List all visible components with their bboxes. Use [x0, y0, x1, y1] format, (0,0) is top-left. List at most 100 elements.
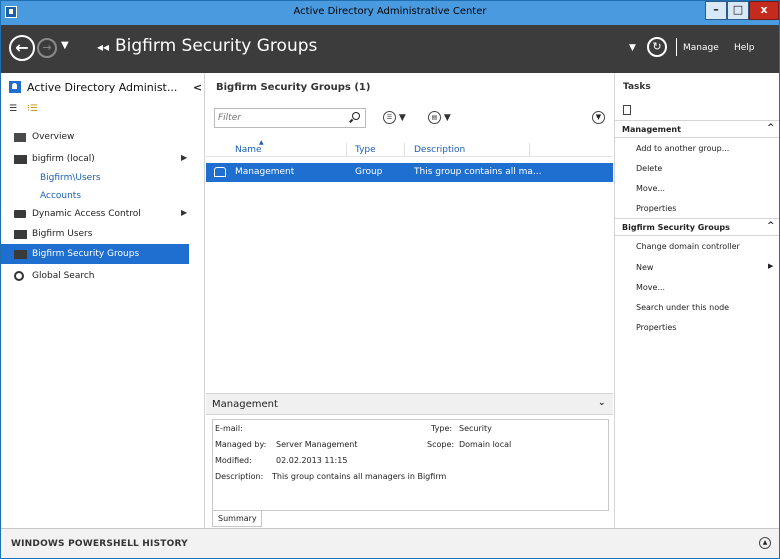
nav-item-label: bigfirm (local)	[32, 154, 95, 164]
managed-by-label: Managed by:	[215, 440, 267, 449]
expand-up-icon[interactable]: ▲	[759, 537, 771, 549]
task-properties-node[interactable]: Properties	[615, 318, 779, 338]
tab-summary[interactable]: Summary	[212, 511, 262, 527]
tasks-title: Tasks	[623, 82, 651, 92]
task-label: Properties	[636, 323, 677, 332]
history-dropdown-icon[interactable]: ▼	[61, 40, 69, 51]
column-divider[interactable]	[529, 143, 530, 156]
task-section-label: Bigfirm Security Groups	[622, 223, 730, 232]
task-properties[interactable]: Properties	[615, 199, 779, 219]
organizational-unit-icon	[14, 250, 27, 259]
task-delete[interactable]: Delete	[615, 159, 779, 179]
powershell-history-bar[interactable]: WINDOWS POWERSHELL HISTORY ▲	[1, 528, 779, 558]
list-options-icon: ☰	[383, 111, 396, 124]
details-title: Management	[212, 399, 278, 410]
nav-item-bigfirm-local[interactable]: bigfirm (local) ▶	[1, 149, 189, 169]
refresh-dropdown-icon[interactable]: ▼	[629, 43, 636, 53]
navigation-pane: Active Directory Administ... < ☰ ⁝☰ Over…	[1, 73, 205, 528]
description-label: Description:	[215, 472, 264, 481]
task-new[interactable]: New ▶	[615, 258, 779, 278]
save-query-button[interactable]: ▤ ▼	[428, 111, 451, 124]
expand-icon[interactable]: ▶	[181, 153, 187, 162]
title-bar: Active Directory Administrative Center –…	[1, 1, 779, 25]
forward-icon[interactable]: →	[37, 38, 57, 58]
task-label: Add to another group...	[636, 144, 730, 153]
column-divider[interactable]	[346, 143, 347, 156]
column-header-name[interactable]: Name	[235, 145, 262, 155]
overview-icon	[14, 133, 26, 142]
column-header-row: ▲ Name Type Description	[206, 139, 613, 157]
details-header[interactable]: Management ⌄	[206, 394, 613, 415]
task-section-management[interactable]: Management ^	[615, 120, 779, 138]
minimize-button[interactable]: –	[705, 1, 727, 20]
task-label: New	[636, 263, 654, 272]
chevron-down-icon[interactable]: ⌄	[598, 398, 606, 408]
collapse-pane-icon[interactable]: <	[193, 81, 202, 94]
nav-item-label: Dynamic Access Control	[32, 209, 141, 219]
list-options-button[interactable]: ☰ ▼	[383, 111, 406, 124]
breadcrumb-arrows-icon[interactable]: ◂◂	[97, 40, 109, 54]
chevron-down-icon: ▼	[443, 113, 451, 123]
task-label: Change domain controller	[636, 242, 740, 251]
collapse-section-icon[interactable]: ^	[767, 221, 775, 231]
active-directory-icon	[9, 81, 21, 93]
nav-item-label: Global Search	[32, 271, 95, 281]
task-label: Move...	[636, 184, 666, 193]
domain-icon	[14, 155, 27, 164]
type-value: Security	[459, 424, 492, 433]
nav-item-accounts[interactable]: Accounts	[1, 186, 189, 206]
search-icon[interactable]	[352, 112, 360, 120]
task-label: Search under this node	[636, 303, 730, 312]
clipboard-icon[interactable]	[623, 105, 631, 115]
back-icon[interactable]: ←	[9, 35, 35, 61]
table-row[interactable]: Management Group This group contains all…	[206, 163, 613, 182]
modified-label: Modified:	[215, 456, 252, 465]
task-add-to-another-group[interactable]: Add to another group...	[615, 139, 779, 159]
column-header-type[interactable]: Type	[355, 145, 376, 155]
nav-item-label: Bigfirm Security Groups	[32, 249, 140, 259]
column-header-description[interactable]: Description	[414, 145, 465, 155]
nav-item-bigfirm-security-groups[interactable]: Bigfirm Security Groups	[1, 244, 189, 264]
content-title: Bigfirm Security Groups (1)	[216, 82, 371, 93]
nav-item-global-search[interactable]: Global Search	[1, 266, 189, 286]
nav-item-label: Overview	[32, 132, 75, 142]
nav-item-overview[interactable]: Overview	[1, 127, 189, 147]
content-pane: Bigfirm Security Groups (1) ☰ ▼ ▤ ▼ ▼ ▲ …	[206, 73, 613, 528]
list-view-icon[interactable]: ☰	[9, 104, 17, 114]
nav-item-bigfirm-users-container[interactable]: Bigfirm\Users	[1, 168, 189, 188]
task-move[interactable]: Move...	[615, 179, 779, 199]
help-menu[interactable]: Help	[734, 43, 755, 53]
nav-item-label: Bigfirm\Users	[40, 173, 101, 183]
view-switcher: ☰ ⁝☰	[9, 104, 209, 120]
nav-item-bigfirm-users[interactable]: Bigfirm Users	[1, 224, 189, 244]
save-query-icon: ▤	[428, 111, 441, 124]
refresh-icon[interactable]: ↻	[647, 37, 667, 57]
task-label: Delete	[636, 164, 663, 173]
managed-by-value[interactable]: Server Management	[276, 440, 357, 449]
task-search-under-node[interactable]: Search under this node	[615, 298, 779, 318]
manage-menu[interactable]: Manage	[683, 43, 719, 53]
nav-item-dynamic-access-control[interactable]: Dynamic Access Control ▶	[1, 204, 189, 224]
collapse-section-icon[interactable]: ^	[767, 123, 775, 133]
task-label: Properties	[636, 204, 677, 213]
modified-value: 02.02.2013 11:15	[276, 456, 348, 465]
task-move-node[interactable]: Move...	[615, 278, 779, 298]
scope-label: Scope:	[427, 440, 455, 449]
close-button[interactable]: x	[749, 1, 779, 20]
expand-filter-icon[interactable]: ▼	[592, 111, 605, 124]
column-divider[interactable]	[404, 143, 405, 156]
task-change-domain-controller[interactable]: Change domain controller	[615, 237, 779, 257]
breadcrumb[interactable]: Bigfirm Security Groups	[115, 36, 317, 56]
task-section-label: Management	[622, 125, 681, 134]
navigation-pane-header: Active Directory Administ... <	[1, 73, 205, 101]
filter-input[interactable]	[218, 111, 343, 125]
tasks-pane: Tasks Management ^ Add to another group.…	[614, 73, 779, 528]
expand-icon[interactable]: ▶	[181, 208, 187, 217]
navigation-bar: ← → ▼ ◂◂ Bigfirm Security Groups ▼ ↻ Man…	[1, 25, 779, 73]
maximize-button[interactable]: □	[727, 1, 749, 20]
folder-icon	[14, 210, 26, 218]
tree-view-icon[interactable]: ⁝☰	[27, 104, 38, 114]
navigation-pane-title: Active Directory Administ...	[27, 81, 178, 94]
nav-separator	[676, 38, 677, 56]
task-section-bigfirm-security-groups[interactable]: Bigfirm Security Groups ^	[615, 218, 779, 236]
